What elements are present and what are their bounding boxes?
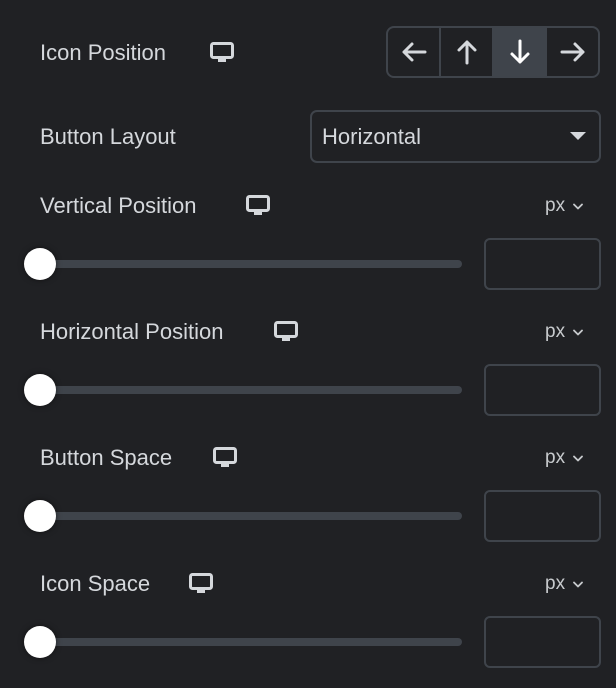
horizontal-position-slider[interactable] [22,372,462,408]
button-space-input[interactable] [484,490,601,542]
monitor-icon[interactable] [246,195,270,217]
slider-thumb[interactable] [24,248,56,280]
icon-position-left-button[interactable] [388,28,441,76]
arrow-up-icon [456,39,478,65]
slider-thumb[interactable] [24,374,56,406]
icon-position-bottom-button[interactable] [494,28,547,76]
monitor-icon[interactable] [213,447,237,469]
button-layout-value: Horizontal [322,123,422,149]
chevron-down-icon [573,455,583,462]
vertical-position-unit-selector[interactable]: px [545,195,583,217]
icon-space-input[interactable] [484,616,601,668]
icon-position-top-button[interactable] [441,28,494,76]
caret-down-icon [570,132,586,140]
horizontal-position-unit-selector[interactable]: px [545,321,583,343]
unit-label: px [545,195,566,216]
chevron-down-icon [573,581,583,588]
monitor-icon[interactable] [274,321,298,343]
unit-label: px [545,321,566,342]
icon-space-slider[interactable] [22,624,462,660]
chevron-down-icon [573,329,583,336]
icon-position-right-button[interactable] [547,28,598,76]
arrow-left-icon [401,41,427,63]
vertical-position-input[interactable] [484,238,601,290]
slider-thumb[interactable] [24,500,56,532]
button-layout-select[interactable]: Horizontal [310,110,601,163]
slider-track[interactable] [40,638,462,646]
vertical-position-slider[interactable] [22,246,462,282]
slider-thumb[interactable] [24,626,56,658]
icon-position-label: Icon Position [40,40,166,65]
icon-space-unit-selector[interactable]: px [545,573,583,595]
vertical-position-label: Vertical Position [40,193,197,218]
button-layout-label: Button Layout [40,124,176,149]
unit-label: px [545,447,566,468]
monitor-icon[interactable] [189,573,213,595]
monitor-icon[interactable] [210,42,234,64]
chevron-down-icon [573,203,583,210]
horizontal-position-label: Horizontal Position [40,319,224,344]
horizontal-position-input[interactable] [484,364,601,416]
slider-track[interactable] [40,512,462,520]
icon-position-toggle-group [386,26,600,78]
button-space-label: Button Space [40,445,173,470]
arrow-right-icon [560,41,586,63]
arrow-down-icon [509,39,531,65]
slider-track[interactable] [40,386,462,394]
unit-label: px [545,573,566,594]
icon-space-label: Icon Space [40,571,151,596]
slider-track[interactable] [40,260,462,268]
button-space-slider[interactable] [22,498,462,534]
button-space-unit-selector[interactable]: px [545,447,583,469]
